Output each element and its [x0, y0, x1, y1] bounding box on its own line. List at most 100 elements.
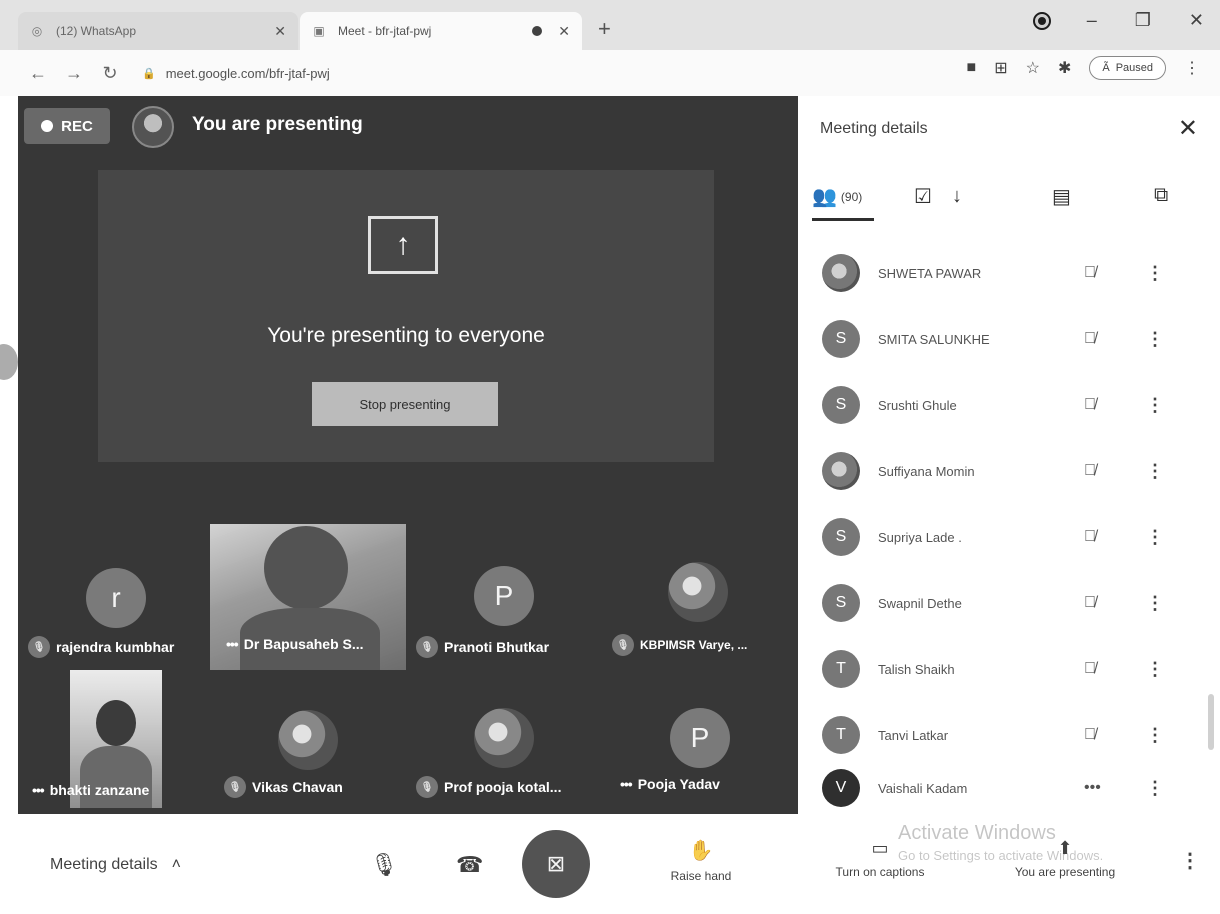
list-item[interactable]: V Vaishali Kadam ••• ⋮	[822, 768, 1192, 808]
tab-activities[interactable]: ⧉	[1154, 184, 1168, 207]
more-options-icon[interactable]: ⋮	[1146, 263, 1164, 284]
list-item[interactable]: S Swapnil Dethe 🎙̸ ⋮	[822, 570, 1192, 636]
mic-muted-icon: 🎙	[28, 636, 50, 658]
avatar: P	[474, 566, 534, 626]
list-item[interactable]: S SMITA SALUNKHE 🎙̸ ⋮	[822, 306, 1192, 372]
tab-attendance[interactable]: ☑ ↓	[914, 184, 962, 209]
list-item[interactable]: S Supriya Lade . 🎙̸ ⋮	[822, 504, 1192, 570]
reload-button[interactable]: ↻	[92, 63, 128, 84]
hang-up-button[interactable]: ☎	[456, 852, 483, 878]
media-indicator-icon[interactable]	[1032, 11, 1051, 30]
more-dots-icon: •••	[620, 776, 633, 792]
mic-off-icon: 🎙̸	[1084, 264, 1096, 281]
close-panel-button[interactable]: ✕	[1178, 114, 1198, 143]
avatar: V	[822, 769, 860, 807]
microphone-button[interactable]: 🎙	[370, 852, 398, 878]
forward-button[interactable]: →	[56, 63, 92, 84]
more-dots-icon: •••	[32, 782, 45, 798]
activities-shapes-icon: ⧉	[1154, 184, 1169, 206]
meet-camera-icon: ▣	[313, 24, 325, 38]
raise-hand-label: Raise hand	[670, 869, 732, 883]
recording-badge: REC	[24, 108, 110, 144]
tab-whatsapp[interactable]: ◎ (12) WhatsApp ✕	[18, 12, 298, 50]
list-item[interactable]: S Srushti Ghule 🎙̸ ⋮	[822, 372, 1192, 438]
participant-name: Vikas Chavan	[252, 779, 343, 795]
profile-button[interactable]: Ã Paused	[1089, 56, 1166, 80]
presentation-card: ↑ You're presenting to everyone Stop pre…	[98, 170, 714, 462]
url-text: meet.google.com/bfr-jtaf-pwj	[165, 65, 330, 81]
tab-chat[interactable]: ▤	[1052, 184, 1071, 209]
more-options-icon[interactable]: ⋮	[1146, 461, 1164, 482]
more-options-button[interactable]: ⋮	[1180, 848, 1200, 873]
download-arrow-icon[interactable]: ↓	[952, 185, 962, 208]
avatar: S	[822, 320, 860, 358]
participant-name: Supriya Lade .	[878, 529, 962, 545]
presenting-status: You are presenting	[192, 114, 363, 135]
list-item[interactable]: T Tanvi Latkar 🎙̸ ⋮	[822, 702, 1192, 768]
participant-name: Vaishali Kadam	[878, 780, 968, 796]
video-person-body	[80, 746, 152, 808]
restore-button[interactable]: ❐	[1135, 10, 1151, 31]
more-options-icon[interactable]: ⋮	[1146, 527, 1164, 548]
tab-people[interactable]: 👥 (90)	[812, 184, 875, 221]
stop-presenting-button[interactable]: Stop presenting	[312, 382, 498, 426]
more-options-icon[interactable]: ⋮	[1146, 659, 1164, 680]
browser-tabstrip: ◎ (12) WhatsApp ✕ ▣ Meet - bfr-jtaf-pwj …	[0, 0, 1220, 50]
participant-tile[interactable]: ••• Dr Bapusaheb S...	[210, 524, 406, 670]
participant-tile[interactable]: P 🎙 Pranoti Bhutkar	[410, 526, 604, 666]
minimize-button[interactable]: –	[1087, 10, 1097, 31]
tile-label: ••• bhakti zanzane	[32, 782, 149, 798]
close-tab-icon[interactable]: ✕	[274, 23, 286, 40]
new-tab-button[interactable]: +	[598, 16, 611, 42]
meeting-details-button[interactable]: Meeting details ˄	[50, 856, 181, 874]
tile-label: ••• Dr Bapusaheb S...	[226, 636, 364, 652]
list-item[interactable]: T Talish Shaikh 🎙̸ ⋮	[822, 636, 1192, 702]
close-window-button[interactable]: ✕	[1189, 10, 1204, 31]
present-now-button[interactable]: ⬆ You are presenting	[990, 838, 1140, 879]
participant-tile[interactable]: r 🎙 rajendra kumbhar	[18, 526, 210, 666]
extensions-icon[interactable]: ✱	[1058, 58, 1071, 78]
participant-name: SMITA SALUNKHE	[878, 331, 990, 347]
mic-off-icon: 🎙̸	[1084, 330, 1096, 347]
list-item[interactable]: Suffiyana Momin 🎙̸ ⋮	[822, 438, 1192, 504]
tab-meet[interactable]: ▣ Meet - bfr-jtaf-pwj ✕	[300, 12, 582, 50]
audio-level-icon: •••	[1084, 779, 1101, 796]
attendance-checklist-icon: ☑	[914, 186, 932, 208]
profile-avatar-icon: Ã	[1102, 62, 1110, 74]
present-screen-icon: ⬆	[1057, 838, 1073, 858]
participant-tile[interactable]: 🎙 Prof pooja kotal...	[410, 670, 604, 814]
lock-icon[interactable]: 🔒	[142, 67, 156, 80]
more-options-icon[interactable]: ⋮	[1146, 778, 1164, 799]
side-panel-handle[interactable]	[0, 344, 18, 380]
more-options-icon[interactable]: ⋮	[1146, 395, 1164, 416]
meeting-details-label: Meeting details	[50, 856, 158, 873]
avatar: T	[822, 650, 860, 688]
bookmark-star-icon[interactable]: ☆	[1026, 58, 1040, 78]
participant-tile[interactable]: 🎙 Vikas Chavan	[214, 670, 408, 814]
translate-icon[interactable]: ⊞	[994, 58, 1007, 78]
more-options-icon[interactable]: ⋮	[1146, 593, 1164, 614]
tile-label: 🎙 KBPIMSR Varye, ...	[612, 634, 747, 656]
panel-scrollbar[interactable]	[1208, 694, 1214, 750]
participant-name: Swapnil Dethe	[878, 595, 962, 611]
address-bar[interactable]: 🔒 meet.google.com/bfr-jtaf-pwj	[142, 66, 330, 81]
participant-tile[interactable]: P ••• Pooja Yadav	[608, 670, 798, 814]
raise-hand-button[interactable]: ✋ Raise hand	[656, 838, 746, 883]
browser-menu-icon[interactable]: ⋮	[1184, 58, 1200, 78]
list-item[interactable]: SHWETA PAWAR 🎙̸ ⋮	[822, 240, 1192, 306]
close-tab-icon[interactable]: ✕	[558, 23, 570, 40]
avatar: S	[822, 518, 860, 556]
more-options-icon[interactable]: ⋮	[1146, 725, 1164, 746]
camera-off-button[interactable]: ⊠	[522, 830, 590, 898]
people-count: (90)	[840, 189, 863, 204]
more-options-icon[interactable]: ⋮	[1146, 329, 1164, 350]
avatar	[668, 562, 728, 622]
tile-label: ••• Pooja Yadav	[620, 776, 720, 792]
camera-in-use-icon[interactable]: ■	[967, 59, 977, 77]
recording-indicator-icon	[532, 26, 543, 36]
back-button[interactable]: ←	[20, 63, 56, 84]
participant-tile[interactable]: ••• bhakti zanzane	[18, 670, 210, 814]
mic-off-icon: 🎙̸	[1084, 594, 1096, 611]
rec-label: REC	[61, 117, 93, 135]
participant-tile[interactable]: 🎙 KBPIMSR Varye, ...	[608, 526, 798, 666]
